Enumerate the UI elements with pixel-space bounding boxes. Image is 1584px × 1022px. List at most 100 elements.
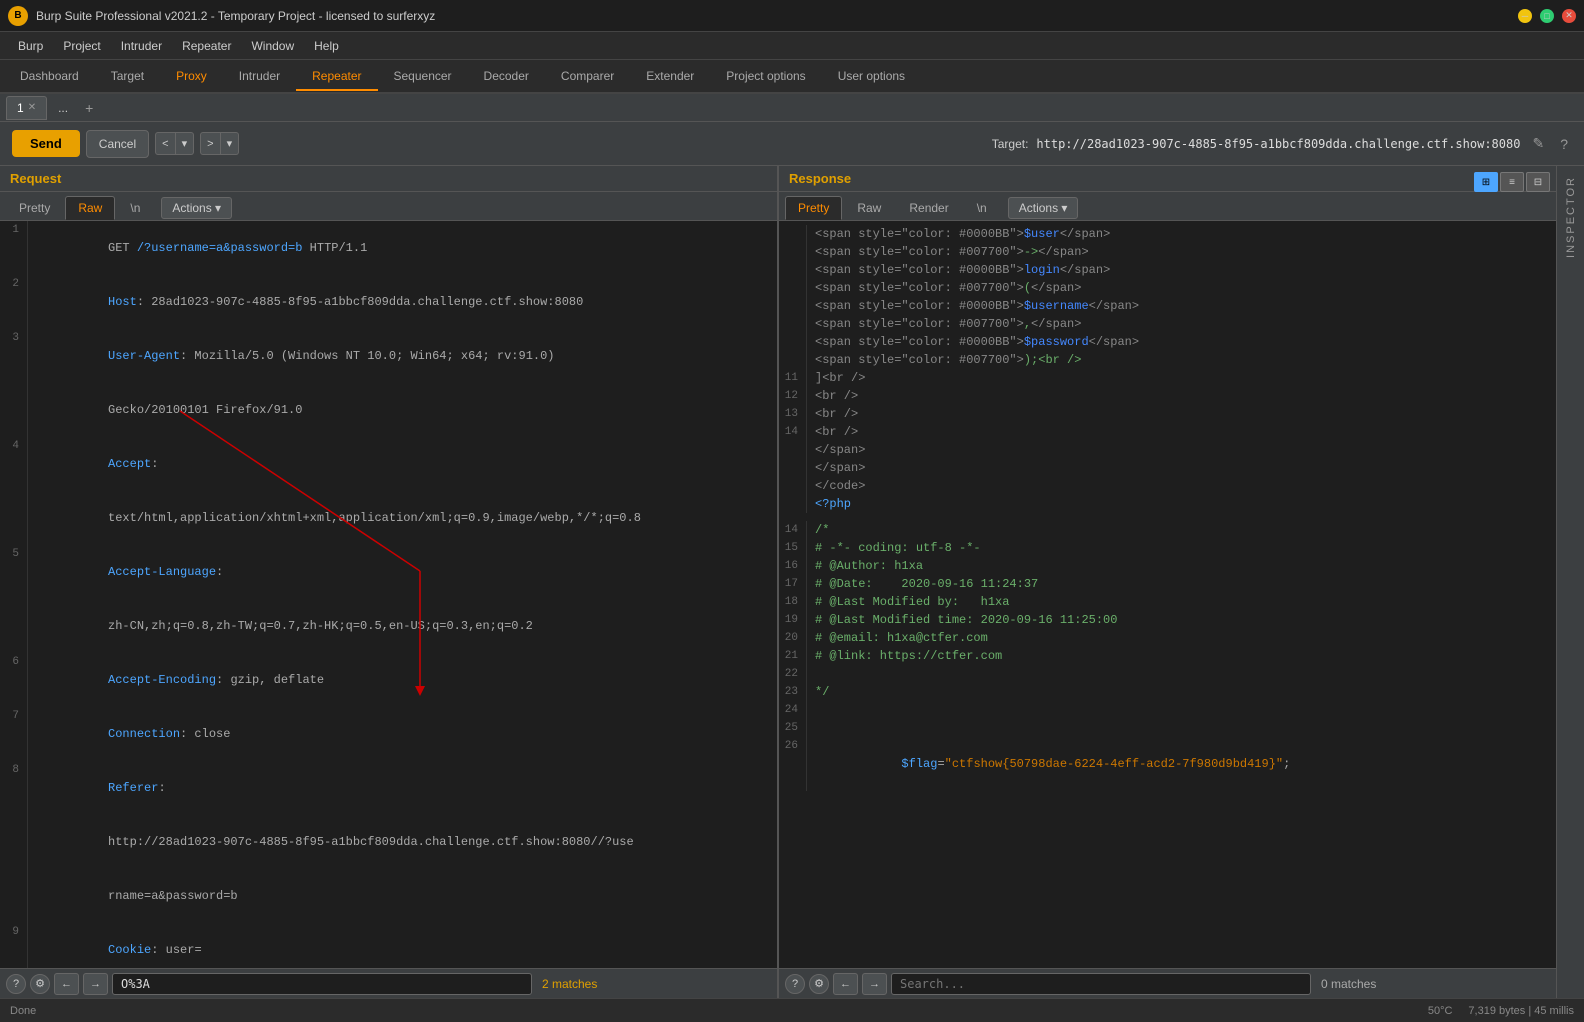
request-line-8: 8 Referer:: [0, 761, 777, 815]
response-line: <span style="color: #007700">(</span>: [779, 279, 1556, 297]
request-code-area[interactable]: 1 GET /?username=a&password=b HTTP/1.1 2…: [0, 221, 777, 968]
maximize-button[interactable]: □: [1540, 9, 1554, 23]
request-tab-ln[interactable]: \n: [117, 196, 153, 220]
response-search-prev-button[interactable]: ←: [833, 973, 858, 995]
response-flag-line: 26 $flag="ctfshow{50798dae-6224-4eff-acd…: [779, 737, 1556, 791]
nav-next-button[interactable]: >: [200, 132, 220, 155]
request-line-4b: text/html,application/xhtml+xml,applicat…: [0, 491, 777, 545]
status-bytes: 7,319 bytes | 45 millis: [1468, 1005, 1574, 1017]
response-tab-render[interactable]: Render: [896, 196, 961, 220]
request-line-6: 6 Accept-Encoding: gzip, deflate: [0, 653, 777, 707]
menu-repeater[interactable]: Repeater: [172, 35, 241, 57]
tab-sequencer[interactable]: Sequencer: [378, 63, 468, 91]
request-line-8b: http://28ad1023-907c-4885-8f95-a1bbcf809…: [0, 815, 777, 869]
help-button[interactable]: ?: [1556, 134, 1572, 154]
response-search-help-icon[interactable]: ?: [785, 974, 805, 994]
response-tab-ln[interactable]: \n: [964, 196, 1000, 220]
response-panel: Response Pretty Raw Render \n Actions ▾ …: [779, 166, 1556, 998]
repeater-tab-1[interactable]: 1 ✕: [6, 96, 47, 120]
target-url: http://28ad1023-907c-4885-8f95-a1bbcf809…: [1036, 137, 1520, 151]
target-info: Target: http://28ad1023-907c-4885-8f95-a…: [992, 133, 1572, 154]
response-line: 13 <br />: [779, 405, 1556, 423]
menu-help[interactable]: Help: [304, 35, 349, 57]
request-line-4: 4 Accept:: [0, 437, 777, 491]
request-tab-pretty[interactable]: Pretty: [6, 196, 63, 220]
request-tab-raw[interactable]: Raw: [65, 196, 115, 220]
response-comment: 15 # -*- coding: utf-8 -*-: [779, 539, 1556, 557]
response-comment-start: 14 /*: [779, 521, 1556, 539]
response-tab-raw[interactable]: Raw: [844, 196, 894, 220]
tab-target[interactable]: Target: [95, 63, 160, 91]
search-help-icon[interactable]: ?: [6, 974, 26, 994]
search-options-icon[interactable]: ⚙: [30, 974, 50, 994]
request-line-7: 7 Connection: close: [0, 707, 777, 761]
request-panel: Request Pretty Raw \n Actions ▾ 1 GET /?…: [0, 166, 779, 998]
response-actions-button[interactable]: Actions ▾: [1008, 197, 1079, 219]
response-line: </code>: [779, 477, 1556, 495]
new-tab-button[interactable]: +: [79, 98, 99, 118]
main-layout: ⊞ ≡ ⊟ Request Pretty Raw \n Actions ▾ 1 …: [0, 166, 1584, 998]
tab-intruder[interactable]: Intruder: [223, 63, 296, 91]
nav-prev-dropdown[interactable]: ▾: [176, 132, 195, 155]
view-toggle-bottom[interactable]: ⊟: [1526, 172, 1550, 192]
search-prev-button[interactable]: ←: [54, 973, 79, 995]
repeater-tab-ellipsis[interactable]: ...: [47, 96, 79, 120]
response-search-bar: ? ⚙ ← → 0 matches: [779, 968, 1556, 998]
tab-user-options[interactable]: User options: [822, 63, 921, 91]
tab-comparer[interactable]: Comparer: [545, 63, 630, 91]
send-button[interactable]: Send: [12, 130, 80, 157]
response-tab-pretty[interactable]: Pretty: [785, 196, 842, 220]
request-search-input[interactable]: [112, 973, 532, 995]
status-right: 50°C 7,319 bytes | 45 millis: [1428, 1005, 1574, 1017]
minimize-button[interactable]: ─: [1518, 9, 1532, 23]
statusbar: Done 50°C 7,319 bytes | 45 millis: [0, 998, 1584, 1022]
menubar: Burp Project Intruder Repeater Window He…: [0, 32, 1584, 60]
response-line-24: 24: [779, 701, 1556, 719]
menu-window[interactable]: Window: [241, 35, 304, 57]
response-title: Response: [789, 171, 851, 186]
request-title: Request: [10, 171, 61, 186]
request-line-9: 9 Cookie: user=: [0, 923, 777, 968]
tab-repeater[interactable]: Repeater: [296, 63, 377, 91]
tab-project-options[interactable]: Project options: [710, 63, 821, 91]
tab-1-close[interactable]: ✕: [28, 102, 36, 113]
menu-burp[interactable]: Burp: [8, 35, 53, 57]
tab-decoder[interactable]: Decoder: [468, 63, 545, 91]
response-line: <span style="color: #0000BB">$user</span…: [779, 225, 1556, 243]
nav-prev-button[interactable]: <: [155, 132, 175, 155]
nav-next-dropdown[interactable]: ▾: [221, 132, 240, 155]
response-line: <span style="color: #007700">-></span>: [779, 243, 1556, 261]
search-next-button[interactable]: →: [83, 973, 108, 995]
response-code-area[interactable]: <span style="color: #0000BB">$user</span…: [779, 221, 1556, 968]
request-search-count: 2 matches: [542, 977, 597, 991]
main-tabbar: Dashboard Target Proxy Intruder Repeater…: [0, 60, 1584, 94]
tab-proxy[interactable]: Proxy: [160, 63, 223, 91]
app-icon: B: [8, 6, 28, 26]
request-subtabs: Pretty Raw \n Actions ▾: [0, 192, 777, 221]
response-line-25: 25: [779, 719, 1556, 737]
tab-dashboard[interactable]: Dashboard: [4, 63, 95, 91]
cancel-button[interactable]: Cancel: [86, 130, 149, 158]
response-line: <span style="color: #007700">,</span>: [779, 315, 1556, 333]
view-toggle-list[interactable]: ≡: [1500, 172, 1524, 192]
response-line: <?php: [779, 495, 1556, 513]
nav-prev-group: < ▾: [155, 132, 194, 155]
menu-intruder[interactable]: Intruder: [111, 35, 172, 57]
response-subtabs: Pretty Raw Render \n Actions ▾: [779, 192, 1556, 221]
app-title: Burp Suite Professional v2021.2 - Tempor…: [36, 9, 1518, 23]
tab-extender[interactable]: Extender: [630, 63, 710, 91]
response-search-input[interactable]: [891, 973, 1311, 995]
edit-target-button[interactable]: ✎: [1528, 133, 1548, 154]
response-line: <span style="color: #007700">);<br />: [779, 351, 1556, 369]
response-line: </span>: [779, 441, 1556, 459]
request-line-1: 1 GET /?username=a&password=b HTTP/1.1: [0, 221, 777, 275]
inspector-panel: INSPECTOR: [1556, 166, 1584, 998]
nav-next-group: > ▾: [200, 132, 239, 155]
request-actions-button[interactable]: Actions ▾: [161, 197, 232, 219]
response-search-next-button[interactable]: →: [862, 973, 887, 995]
response-search-options-icon[interactable]: ⚙: [809, 974, 829, 994]
response-line: 14 <br />: [779, 423, 1556, 441]
close-button[interactable]: ✕: [1562, 9, 1576, 23]
view-toggle-split[interactable]: ⊞: [1474, 172, 1498, 192]
menu-project[interactable]: Project: [53, 35, 110, 57]
